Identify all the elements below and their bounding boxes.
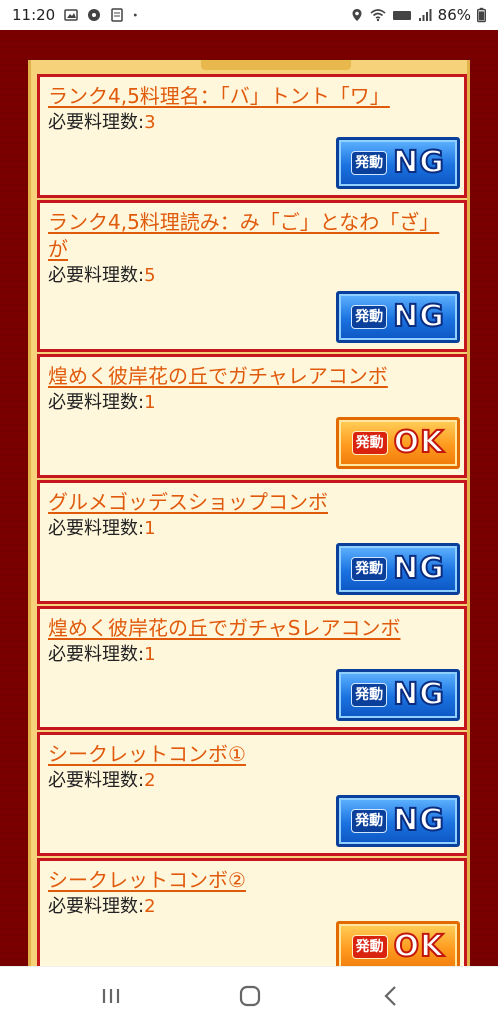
required-count-row: 必要料理数:3 (48, 110, 456, 136)
image-icon (64, 9, 78, 21)
required-count-label: 必要料理数: (48, 265, 145, 286)
required-count-row: 必要料理数:2 (48, 894, 456, 920)
combo-card: 煌めく彼岸花の丘でガチャSレアコンボ 必要料理数:1 発動 NG (37, 606, 467, 730)
required-count-value: 5 (144, 265, 156, 286)
combo-name-link[interactable]: グルメゴッデスショップコンボ (48, 489, 456, 516)
activation-ng-badge: 発動 NG (336, 669, 460, 721)
required-count-label: 必要料理数: (48, 644, 145, 665)
app-background: ランク4,5料理名：「バ」トント「ワ」 必要料理数:3 発動 NG ランク4,5料理読み… (0, 30, 498, 986)
back-icon[interactable] (376, 983, 406, 1009)
activation-ng-badge: 発動 NG (336, 795, 460, 847)
activation-ng-badge: 発動 NG (336, 137, 460, 189)
required-count-row: 必要料理数:1 (48, 516, 456, 542)
app-notification-icon (111, 8, 123, 22)
combo-card: グルメゴッデスショップコンボ 必要料理数:1 発動 NG (37, 480, 467, 604)
activation-status: NG (392, 551, 445, 587)
navigation-bar (0, 966, 498, 1024)
battery-icon (477, 7, 486, 23)
home-icon[interactable] (235, 983, 265, 1009)
combo-name-link[interactable]: シークレットコンボ① (48, 741, 456, 768)
activation-ng-badge: 発動 NG (336, 291, 460, 343)
required-count-value: 2 (144, 770, 156, 791)
activation-label: 発動 (351, 683, 388, 707)
activation-label: 発動 (351, 557, 388, 581)
required-count-label: 必要料理数: (48, 112, 145, 133)
required-count-value: 1 (144, 392, 156, 413)
activation-ok-badge: 発動 OK (336, 417, 460, 469)
activation-status: NG (392, 803, 445, 839)
activation-label: 発動 (351, 935, 388, 959)
required-count-label: 必要料理数: (48, 392, 145, 413)
required-count-value: 1 (144, 644, 156, 665)
combo-card: ランク4,5料理名：「バ」トント「ワ」 必要料理数:3 発動 NG (37, 74, 467, 198)
clock: 11:20 (12, 6, 56, 24)
activation-status: NG (392, 299, 445, 335)
activation-status: OK (393, 929, 445, 965)
volte-icon (392, 11, 411, 20)
required-count-value: 2 (144, 896, 156, 917)
combo-name-link[interactable]: シークレットコンボ② (48, 867, 456, 894)
combo-name-link[interactable]: 煌めく彼岸花の丘でガチャレアコンボ (48, 363, 456, 390)
combo-card: シークレットコンボ② 必要料理数:2 発動 OK (37, 858, 467, 982)
combo-name-link[interactable]: 煌めく彼岸花の丘でガチャSレアコンボ (48, 615, 456, 642)
combo-list: ランク4,5料理名：「バ」トント「ワ」 必要料理数:3 発動 NG ランク4,5料理読み… (35, 74, 467, 982)
battery-level: 86% (437, 6, 471, 24)
wifi-icon (370, 9, 386, 22)
combo-list-panel: ランク4,5料理名：「バ」トント「ワ」 必要料理数:3 発動 NG ランク4,5料理読み… (28, 60, 470, 986)
combo-name-link[interactable]: ランク4,5料理名：「バ」トント「ワ」 (48, 83, 456, 110)
activation-label: 発動 (351, 151, 388, 175)
required-count-row: 必要料理数:1 (48, 390, 456, 416)
required-count-label: 必要料理数: (48, 770, 145, 791)
combo-name-link[interactable]: ランク4,5料理読み：み「ご」となわ「ざ」が (48, 209, 456, 263)
status-bar: 11:20 86% (0, 0, 498, 30)
required-count-row: 必要料理数:1 (48, 642, 456, 668)
signal-icon (418, 9, 432, 21)
activation-label: 発動 (351, 809, 388, 833)
activation-status: NG (392, 145, 445, 181)
activation-status: OK (393, 425, 445, 461)
activation-label: 発動 (351, 431, 388, 455)
dot-icon (134, 13, 137, 17)
activation-ng-badge: 発動 NG (336, 543, 460, 595)
combo-card: ランク4,5料理読み：み「ご」となわ「ざ」が 必要料理数:5 発動 NG (37, 200, 467, 352)
soccer-ball-icon (88, 9, 101, 21)
required-count-row: 必要料理数:5 (48, 263, 456, 289)
location-icon (352, 9, 362, 21)
combo-card: シークレットコンボ① 必要料理数:2 発動 NG (37, 732, 467, 856)
activation-status: NG (392, 677, 445, 713)
required-count-value: 1 (144, 518, 156, 539)
required-count-value: 3 (144, 112, 156, 133)
activation-label: 発動 (351, 305, 388, 329)
combo-card: 煌めく彼岸花の丘でガチャレアコンボ 必要料理数:1 発動 OK (37, 354, 467, 478)
required-count-row: 必要料理数:2 (48, 768, 456, 794)
recent-apps-icon[interactable] (96, 983, 126, 1009)
panel-header-decoration (201, 60, 351, 70)
required-count-label: 必要料理数: (48, 518, 145, 539)
required-count-label: 必要料理数: (48, 896, 145, 917)
